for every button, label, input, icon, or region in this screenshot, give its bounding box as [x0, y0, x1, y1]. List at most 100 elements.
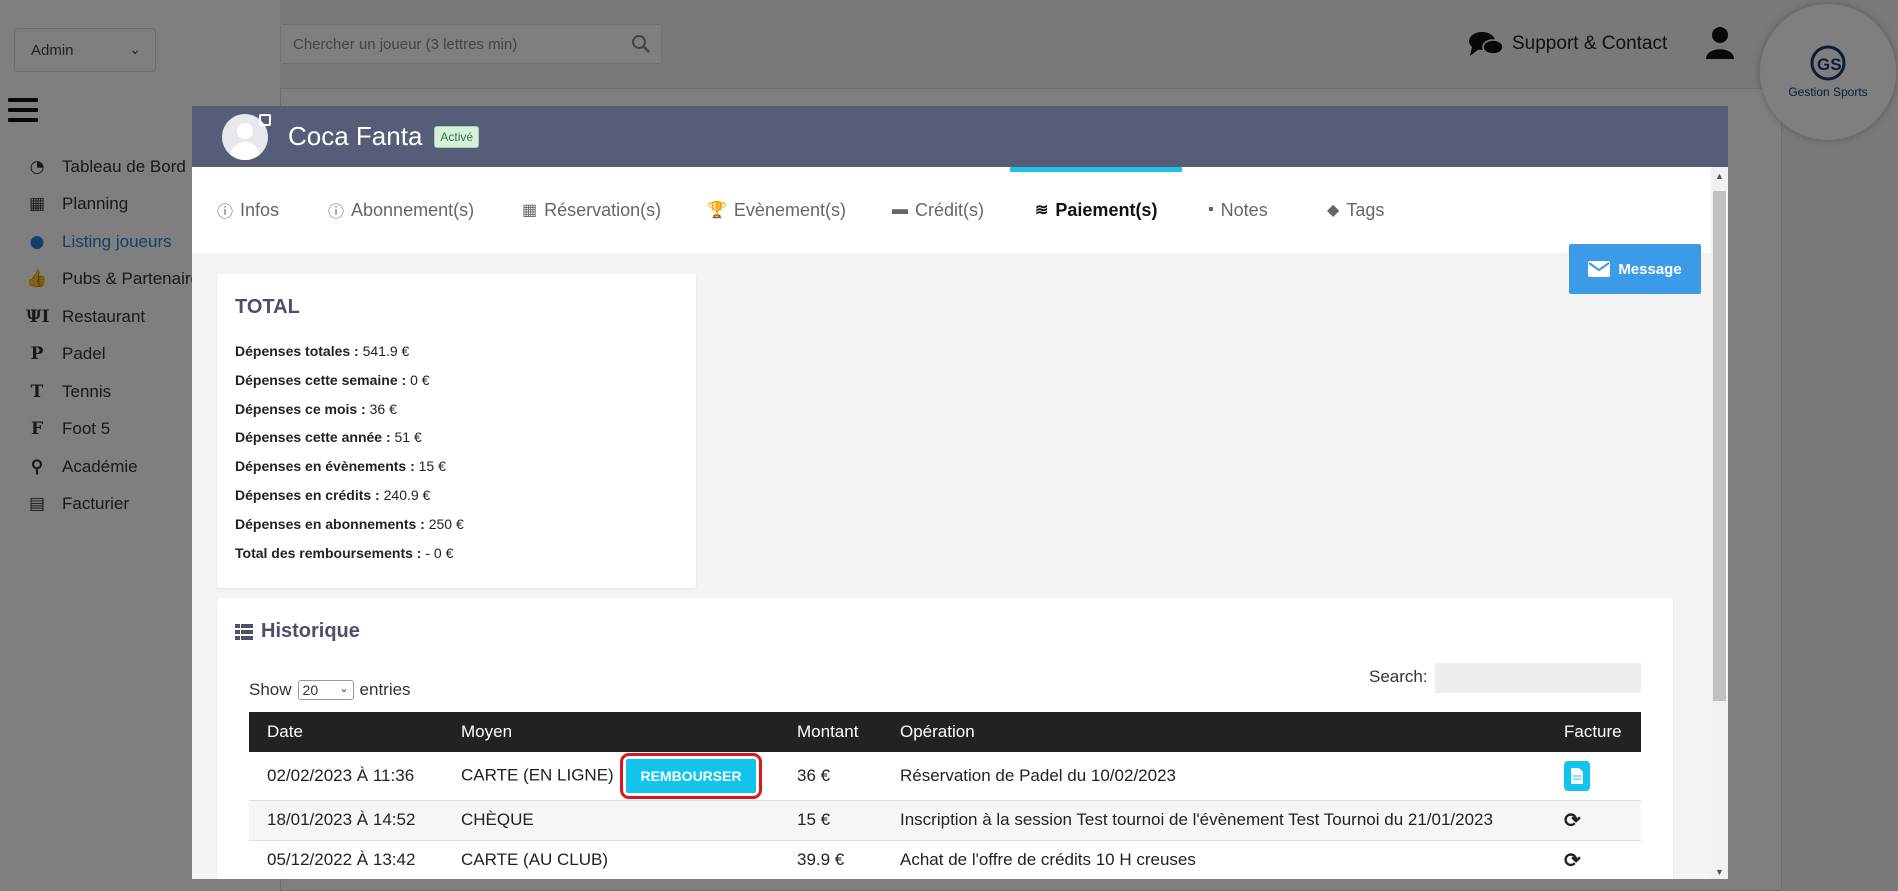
tab-label: Réservation(s)	[544, 199, 662, 220]
stat-value: - 0 €	[425, 544, 454, 561]
entries-value: 20	[302, 682, 319, 698]
info-icon: ⓘ	[217, 204, 234, 221]
scroll-down-icon[interactable]: ▼	[1715, 867, 1724, 877]
moyen-text: CARTE (EN LIGNE)	[461, 765, 614, 785]
stat-label: Dépenses cette semaine :	[235, 371, 407, 388]
stat-value: 541.9 €	[362, 343, 410, 359]
sync-icon[interactable]: ⟳	[1564, 810, 1581, 832]
table-row: 18/01/2023 À 14:52 CHÈQUE 15 € Inscripti…	[249, 800, 1641, 841]
history-title: Historique	[235, 620, 360, 643]
tab-label: Evènement(s)	[733, 199, 846, 220]
stat-label: Dépenses totales :	[235, 343, 359, 359]
tab-label: Notes	[1220, 199, 1268, 220]
calendar-icon: ▦	[522, 202, 538, 219]
search-label: Search:	[1369, 667, 1428, 686]
stat-label: Dépenses en évènements :	[235, 458, 415, 475]
stat-evenements: Dépenses en évènements : 15 €	[235, 452, 678, 481]
show-label: Show	[249, 680, 292, 699]
stat-label: Dépenses cette année :	[235, 429, 391, 446]
table-row: 05/12/2022 À 13:42 CARTE (AU CLUB) 39.9 …	[249, 840, 1641, 879]
tab-evenements[interactable]: 🏆 Evènement(s)	[707, 167, 846, 253]
modal-scrollbar[interactable]: ▲ ▼	[1711, 167, 1728, 879]
column-header-moyen[interactable]: Moyen	[443, 712, 779, 752]
stat-label: Dépenses ce mois :	[235, 400, 366, 417]
total-title: TOTAL	[235, 296, 300, 318]
tab-paiements[interactable]: ≋ Paiement(s)	[1009, 167, 1184, 253]
column-header-montant[interactable]: Montant	[779, 712, 882, 752]
history-table: Date Moyen Montant Opération Facture 02/…	[249, 712, 1641, 879]
stat-value: 51 €	[394, 429, 422, 446]
player-tabs: ⓘ Infos ⓘ Abonnement(s) ▦ Réservation(s) 🏆 E…	[192, 167, 1712, 294]
entries-label: entries	[359, 680, 411, 699]
status-badge: Activé	[434, 125, 480, 148]
scrollbar-thumb[interactable]	[1713, 191, 1726, 701]
cell-facture	[1546, 752, 1641, 801]
cell-moyen: CARTE (EN LIGNE) REMBOURSER	[443, 752, 779, 801]
table-search-input[interactable]	[1435, 663, 1641, 693]
chevron-down-icon: ⌄	[339, 683, 349, 695]
stat-remboursements: Total des remboursements : - 0 €	[235, 539, 678, 568]
tab-credits[interactable]: ▬ Crédit(s)	[892, 167, 984, 253]
document-icon	[1571, 767, 1583, 784]
trophy-icon: 🏆	[707, 202, 727, 219]
stat-value: 0 €	[410, 371, 430, 388]
tab-infos[interactable]: ⓘ Infos	[217, 167, 279, 253]
player-modal: Coca Fanta Activé ⓘ Infos ⓘ Abonnement(s) …	[192, 106, 1728, 879]
history-title-label: Historique	[261, 620, 360, 642]
cell-date: 18/01/2023 À 14:52	[249, 800, 443, 841]
sync-icon[interactable]: ⟳	[1564, 850, 1581, 872]
tab-label: Paiement(s)	[1055, 199, 1158, 220]
cell-montant: 39.9 €	[779, 840, 882, 879]
cell-operation: Achat de l'offre de crédits 10 H creuses	[882, 840, 1546, 879]
cell-montant: 15 €	[779, 800, 882, 841]
total-card: TOTAL Dépenses totales : 541.9 € Dépense…	[217, 274, 696, 588]
cell-operation: Réservation de Padel du 10/02/2023	[882, 752, 1546, 801]
stat-value: 250 €	[428, 515, 464, 532]
cell-date: 02/02/2023 À 11:36	[249, 752, 443, 801]
comment-icon: ▪	[1208, 201, 1214, 218]
refund-button[interactable]: REMBOURSER	[626, 758, 756, 793]
entries-select[interactable]: 20 ⌄	[297, 680, 354, 700]
stat-value: 240.9 €	[383, 486, 431, 503]
table-row: 02/02/2023 À 11:36 CARTE (EN LIGNE) REMB…	[249, 752, 1641, 801]
coins-icon: ≋	[1035, 202, 1049, 219]
cell-operation: Inscription à la session Test tournoi de…	[882, 800, 1546, 841]
cell-moyen: CHÈQUE	[443, 800, 779, 841]
stat-mois: Dépenses ce mois : 36 €	[235, 395, 678, 424]
column-header-facture[interactable]: Facture	[1546, 712, 1641, 752]
modal-header: Coca Fanta Activé	[192, 106, 1728, 167]
stat-label: Dépenses en crédits :	[235, 486, 380, 503]
tab-abonnements[interactable]: ⓘ Abonnement(s)	[328, 167, 474, 253]
column-header-date[interactable]: Date	[249, 712, 443, 752]
envelope-icon	[1588, 261, 1611, 277]
table-header-row: Date Moyen Montant Opération Facture	[249, 712, 1641, 752]
stat-depenses-totales: Dépenses totales : 541.9 €	[235, 337, 678, 366]
tab-label: Crédit(s)	[915, 199, 985, 220]
cell-moyen: CARTE (AU CLUB)	[443, 840, 779, 879]
stat-annee: Dépenses cette année : 51 €	[235, 423, 678, 452]
credit-card-icon: ▬	[892, 201, 908, 218]
cell-montant: 36 €	[779, 752, 882, 801]
stat-abonnements: Dépenses en abonnements : 250 €	[235, 510, 678, 539]
tab-reservations[interactable]: ▦ Réservation(s)	[522, 167, 661, 253]
list-icon	[235, 623, 253, 640]
stat-value: 36 €	[369, 400, 397, 417]
tab-label: Tags	[1346, 199, 1385, 220]
tab-tags[interactable]: ◆ Tags	[1327, 167, 1384, 253]
cell-facture: ⟳	[1546, 800, 1641, 841]
stat-value: 15 €	[418, 458, 446, 475]
invoice-button[interactable]	[1564, 760, 1590, 791]
tag-icon: ◆	[1327, 202, 1340, 219]
player-name: Coca Fanta	[288, 121, 423, 151]
cell-facture: ⟳	[1546, 840, 1641, 879]
tab-label: Abonnement(s)	[351, 199, 475, 220]
stat-semaine: Dépenses cette semaine : 0 €	[235, 366, 678, 395]
show-entries: Show 20 ⌄ entries	[249, 680, 411, 700]
tab-label: Infos	[240, 199, 280, 220]
tab-notes[interactable]: ▪ Notes	[1208, 167, 1268, 253]
lock-icon	[259, 114, 271, 126]
scroll-up-icon[interactable]: ▲	[1715, 171, 1724, 181]
column-header-operation[interactable]: Opération	[882, 712, 1546, 752]
message-button[interactable]: Message	[1569, 244, 1701, 294]
stat-label: Total des remboursements :	[235, 544, 422, 561]
